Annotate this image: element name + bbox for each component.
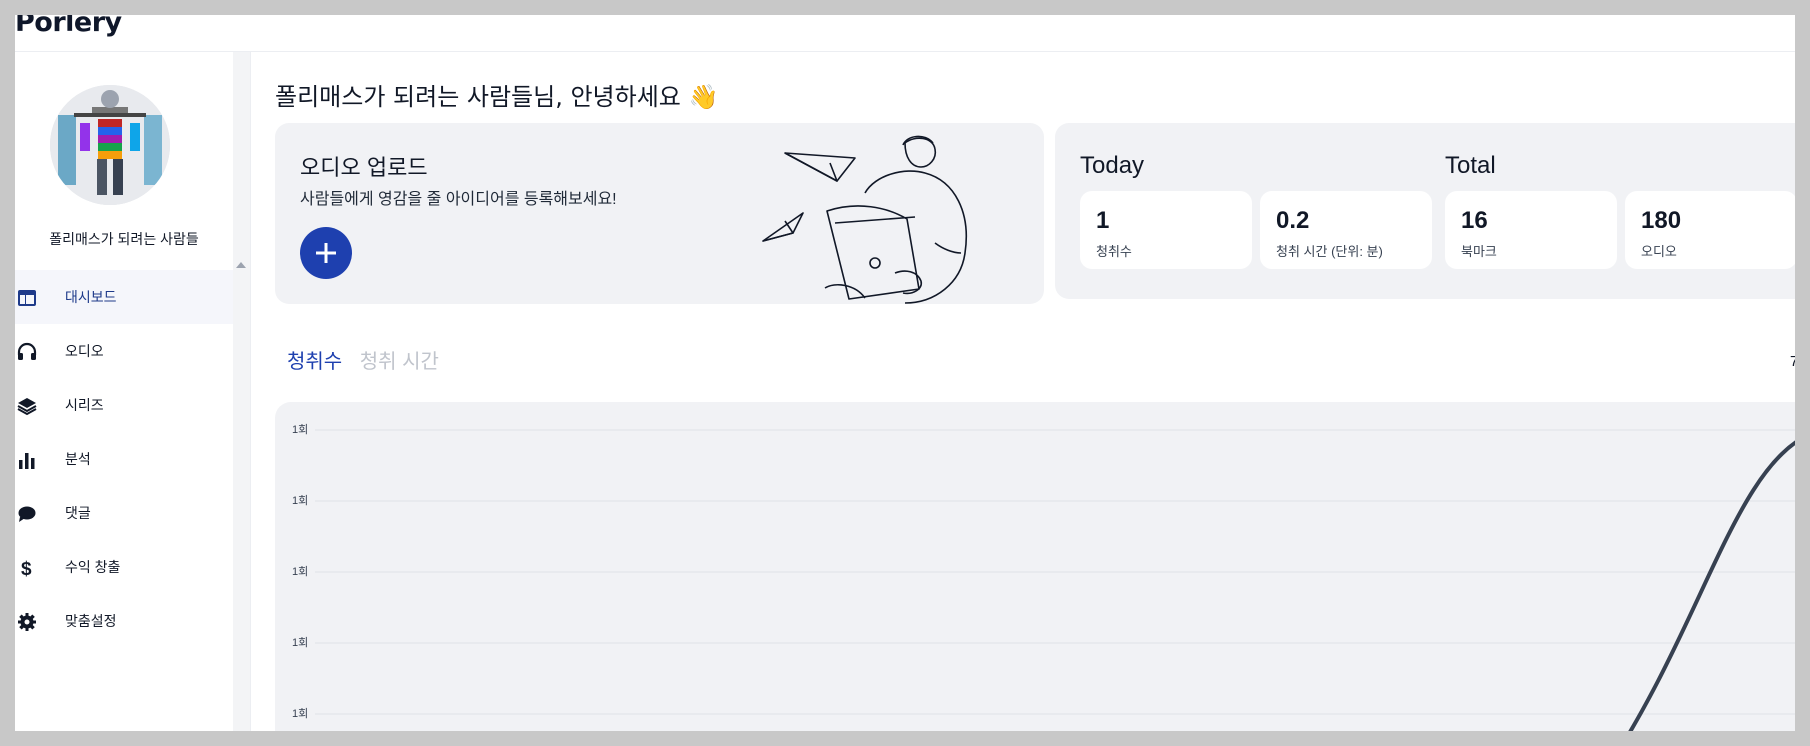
headphones-icon: [17, 342, 37, 360]
tab-listens[interactable]: 청취수: [287, 345, 342, 374]
sidebar-item-monetization[interactable]: $ 수익 창출: [15, 540, 233, 594]
stat-label: 청취수: [1096, 244, 1132, 259]
add-audio-button[interactable]: [300, 227, 352, 279]
upload-subtitle: 사람들에게 영감을 줄 아이디어를 등록해보세요!: [300, 191, 617, 208]
sidebar: 폴리매스가 되려는 사람들 대시보드 오디오 시리즈 분석 댓글 $ 수익 창출…: [15, 52, 233, 731]
stat-total-audios: 180 오디오: [1625, 191, 1795, 269]
layers-icon: [17, 398, 37, 416]
sidebar-divider: [250, 52, 251, 731]
avatar[interactable]: [50, 85, 170, 205]
chart-card: 1회 1회 1회 1회 1회: [275, 402, 1795, 731]
sidebar-item-label: 맞춤설정: [65, 613, 117, 629]
stat-today-listen-time: 0.2 청취 시간 (단위: 분): [1260, 191, 1432, 269]
sidebar-item-analytics[interactable]: 분석: [15, 432, 233, 486]
sidebar-nav: 대시보드 오디오 시리즈 분석 댓글 $ 수익 창출 맞춤설정: [15, 270, 233, 648]
sidebar-item-label: 수익 창출: [65, 559, 121, 575]
sidebar-item-audio[interactable]: 오디오: [15, 324, 233, 378]
bar-chart-icon: [19, 453, 35, 469]
sidebar-item-label: 오디오: [65, 343, 104, 359]
page-title: 폴리매스가 되려는 사람들님, 안녕하세요 👋: [275, 83, 719, 111]
stat-total-bookmarks: 16 북마크: [1445, 191, 1617, 269]
sidebar-item-settings[interactable]: 맞춤설정: [15, 594, 233, 648]
y-tick-label: 1회: [292, 707, 308, 720]
dollar-icon: $: [21, 559, 32, 578]
sidebar-item-label: 시리즈: [65, 397, 104, 413]
period-selector[interactable]: 7일: [1790, 350, 1795, 371]
stat-value: 0.2: [1276, 207, 1310, 234]
stat-today-listens: 1 청취수: [1080, 191, 1252, 269]
chart-tabs: 청취수 청취 시간: [287, 345, 451, 374]
stat-label: 청취 시간 (단위: 분): [1276, 244, 1383, 259]
stat-value: 16: [1461, 207, 1488, 234]
gear-icon: [18, 613, 36, 631]
sidebar-item-label: 분석: [65, 451, 91, 467]
y-tick-label: 1회: [292, 423, 308, 436]
total-heading: Total: [1445, 152, 1496, 179]
y-tick-label: 1회: [292, 565, 308, 578]
sidebar-item-label: 대시보드: [65, 289, 117, 305]
sidebar-item-label: 댓글: [65, 505, 91, 521]
avatar-image: [50, 85, 170, 205]
stat-label: 오디오: [1641, 244, 1677, 259]
upload-card: 오디오 업로드 사람들에게 영감을 줄 아이디어를 등록해보세요!: [275, 123, 1044, 304]
sidebar-item-comments[interactable]: 댓글: [15, 486, 233, 540]
y-tick-label: 1회: [292, 494, 308, 507]
line-chart: 1회 1회 1회 1회 1회: [292, 423, 1795, 731]
stat-value: 180: [1641, 207, 1682, 234]
scroll-up-arrow-icon[interactable]: [236, 262, 246, 268]
sidebar-item-series[interactable]: 시리즈: [15, 378, 233, 432]
profile-name: 폴리매스가 되려는 사람들: [49, 231, 199, 247]
top-header: Porlery: [15, 15, 1795, 52]
stats-card: Today Total 1 청취수 0.2 청취 시간 (단위: 분) 16 북…: [1055, 123, 1795, 299]
y-tick-label: 1회: [292, 636, 308, 649]
stat-value: 1: [1096, 207, 1110, 234]
comment-icon: [18, 506, 36, 522]
svg-text:$: $: [21, 559, 32, 578]
dashboard-icon: [18, 290, 36, 306]
app-logo[interactable]: Porlery: [15, 15, 122, 38]
sidebar-scrollbar[interactable]: [233, 52, 250, 731]
upload-illustration: [762, 135, 967, 304]
stat-label: 북마크: [1461, 244, 1497, 259]
app-window: Porlery 폴리매스가 되려는 사람들 대시보드 오디오 시리즈 분석 댓글…: [15, 15, 1795, 731]
plus-icon: [316, 243, 336, 263]
today-heading: Today: [1080, 152, 1145, 179]
tab-listen-time[interactable]: 청취 시간: [360, 345, 439, 374]
upload-title: 오디오 업로드: [300, 155, 428, 180]
sidebar-item-dashboard[interactable]: 대시보드: [15, 270, 233, 324]
series-line: [1628, 440, 1795, 731]
